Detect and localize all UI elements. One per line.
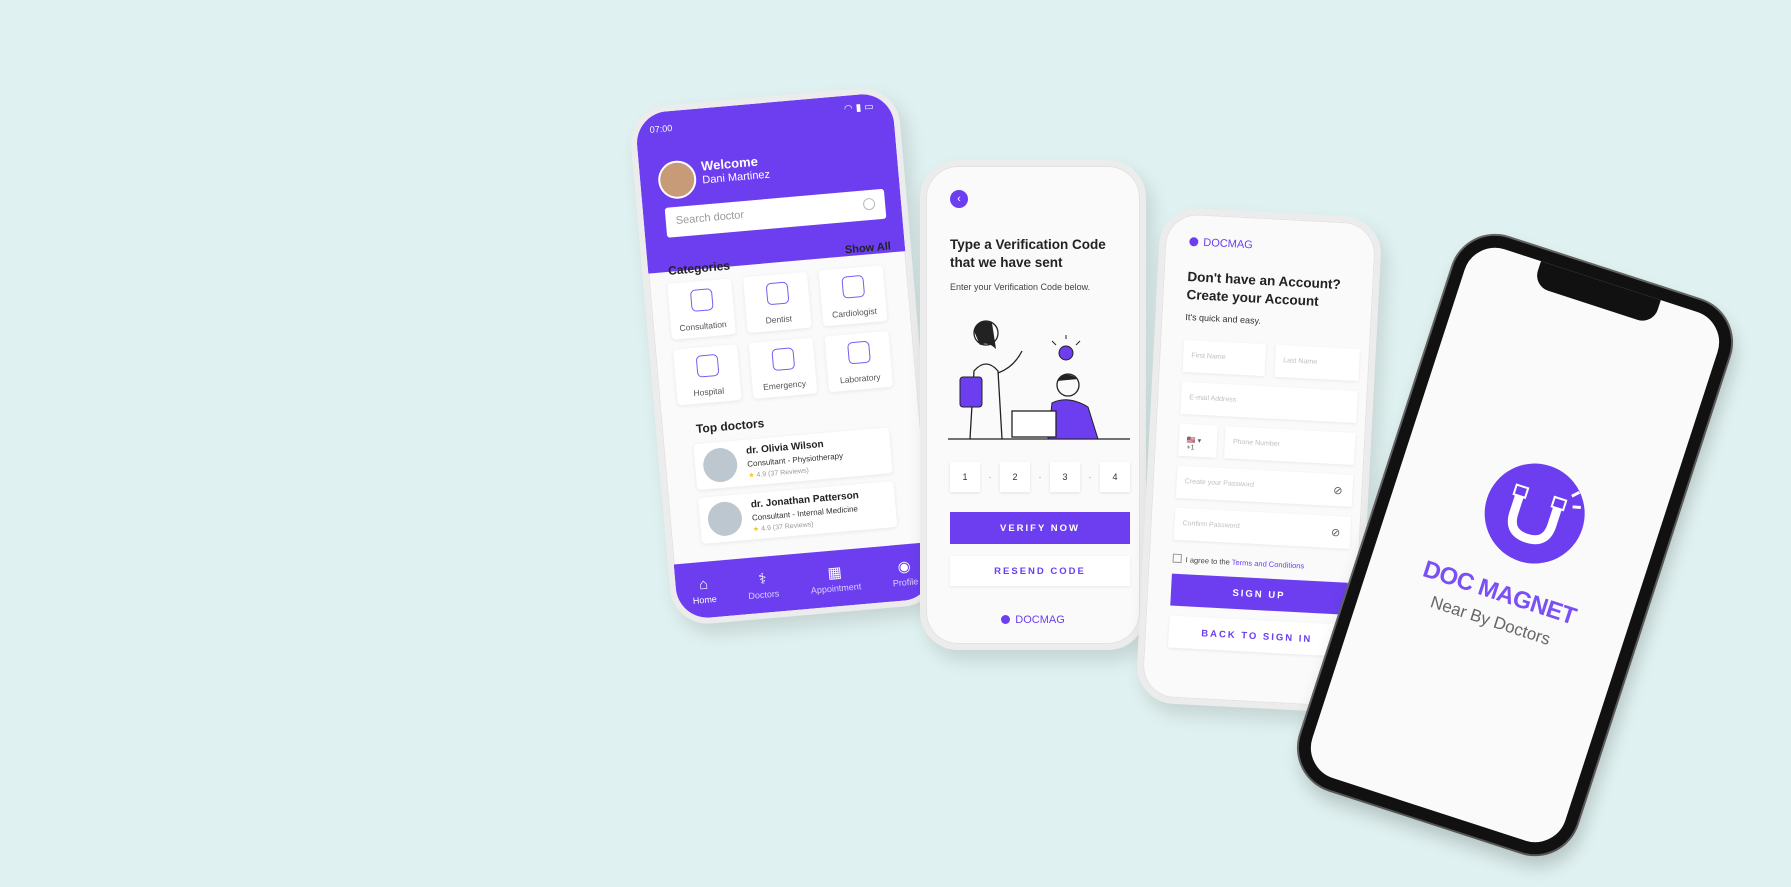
wifi-icon: ◠ [843,102,857,115]
resend-code-button[interactable]: RESEND CODE [950,556,1130,586]
code-box-2[interactable]: 2 [1000,462,1030,492]
status-icons: ◠▮▭ [844,101,878,115]
category-label: Consultation [679,318,728,334]
email-field[interactable]: E-mail Address [1180,381,1358,424]
doctor-avatar [701,446,739,484]
code-separator: - [1088,472,1092,482]
show-all-link[interactable]: Show All [844,240,891,256]
categories-grid: Consultation Dentist Cardiologist Hospit… [667,264,903,406]
doctor-rating: ★ 4.9 (37 Reviews) [748,466,809,479]
docmag-logo-icon [1189,237,1199,247]
terms-link[interactable]: Terms and Conditions [1232,558,1305,571]
brand-header: DOCMAG [1189,236,1253,251]
eye-off-icon[interactable]: ⊘ [1331,526,1341,539]
terms-agreement: I agree to the Terms and Conditions [1172,553,1305,571]
hospital-icon [695,353,720,378]
category-label: Cardiologist [831,305,878,320]
top-doctors-title: Top doctors [695,416,765,437]
verify-now-button[interactable]: VERIFY NOW [950,512,1130,544]
password-placeholder: Create your Password [1184,478,1255,489]
code-box-1[interactable]: 1 [950,462,980,492]
rating-text: 4.9 (37 Reviews) [760,521,814,533]
nav-label: Appointment [810,581,862,596]
terms-checkbox[interactable] [1172,553,1182,564]
nav-label: Home [692,593,718,606]
phone-notch [1532,259,1662,325]
star-icon: ★ [752,525,760,534]
user-avatar[interactable] [656,159,698,201]
signup-title: Don't have an Account? Create your Accou… [1186,269,1342,309]
category-consultation[interactable]: Consultation [667,278,736,340]
category-label: Emergency [762,378,807,393]
star-icon: ★ [748,472,755,480]
brand-footer: DOCMAG [926,614,1140,626]
status-time: 07:00 [649,122,673,135]
verify-title: Type a Verification Code that we have se… [950,237,1106,270]
nav-label: Profile [892,576,919,589]
doctor-avatar [706,500,744,538]
category-label: Laboratory [839,371,881,386]
last-name-field[interactable]: Last Name [1274,344,1360,382]
home-screen-phone: 07:00 ◠▮▭ Welcome Dani Martinez Search d… [627,85,943,627]
signup-subtitle: It's quick and easy. [1185,311,1262,326]
confirm-placeholder: Confirm Password [1182,520,1240,531]
phone-field[interactable]: Phone Number [1224,426,1356,465]
eye-off-icon[interactable]: ⊘ [1333,484,1343,497]
doctor-rating: ★ 4.9 (37 Reviews) [753,520,814,533]
code-inputs: 1 - 2 - 3 - 4 [950,462,1130,492]
search-input[interactable]: Search doctor [664,188,887,238]
search-placeholder: Search doctor [675,209,745,227]
lab-icon [847,340,871,365]
category-label: Dentist [765,313,793,326]
category-laboratory[interactable]: Laboratory [824,330,894,393]
heart-icon [841,274,866,299]
profile-icon: ◉ [896,557,912,576]
code-box-4[interactable]: 4 [1100,462,1130,492]
doctor-card[interactable]: dr. Jonathan Patterson Consultant - Inte… [698,481,898,544]
nav-profile[interactable]: ◉ Profile [891,556,919,589]
rating-text: 4.9 (37 Reviews) [756,467,810,479]
bottom-nav: ⌂ Home ⚕ Doctors ▦ Appointment ◉ Profile [673,542,936,621]
code-separator: - [988,472,992,482]
category-hospital[interactable]: Hospital [673,344,742,406]
consultation-icon [689,288,714,312]
category-dentist[interactable]: Dentist [742,271,812,334]
confirm-password-field[interactable]: Confirm Password ⊘ [1173,507,1352,549]
nav-doctors[interactable]: ⚕ Doctors [746,568,780,601]
docmag-logo-icon [1001,615,1011,624]
category-cardiologist[interactable]: Cardiologist [818,265,888,327]
back-to-sign-in-button[interactable]: BACK TO SIGN IN [1168,615,1346,657]
home-icon: ⌂ [698,575,709,593]
tooth-icon [765,281,790,306]
first-name-field[interactable]: First Name [1182,339,1267,377]
calendar-icon: ▦ [826,563,843,583]
stethoscope-icon: ⚕ [757,570,768,589]
verification-illustration [948,320,1130,440]
code-separator: - [1038,472,1042,482]
nav-appointment[interactable]: ▦ Appointment [809,561,862,596]
battery-icon: ▭ [863,101,878,114]
sign-up-button[interactable]: SIGN UP [1170,573,1348,615]
verification-screen-phone: ‹ Type a Verification Code that we have … [920,160,1146,650]
chevron-left-icon: ‹ [957,193,961,205]
nav-label: Doctors [747,588,780,602]
search-icon[interactable] [862,197,876,211]
code-box-3[interactable]: 3 [1050,462,1080,492]
password-field[interactable]: Create your Password ⊘ [1175,465,1354,507]
agree-text: I agree to the [1185,555,1233,567]
nav-home[interactable]: ⌂ Home [691,574,717,605]
verify-subtitle: Enter your Verification Code below. [950,282,1091,292]
brand-name: DOCMAG [1202,236,1254,252]
ambulance-icon [771,347,796,372]
magnet-logo-icon [1471,450,1598,577]
category-label: Hospital [693,385,725,399]
back-button[interactable]: ‹ [950,190,968,208]
category-emergency[interactable]: Emergency [748,337,818,399]
doctor-card[interactable]: dr. Olivia Wilson Consultant - Physiothe… [693,427,893,491]
country-code-select[interactable]: 🇺🇸 ▾ +1 [1178,423,1218,458]
brand-name: DOCMAG [1015,614,1065,626]
